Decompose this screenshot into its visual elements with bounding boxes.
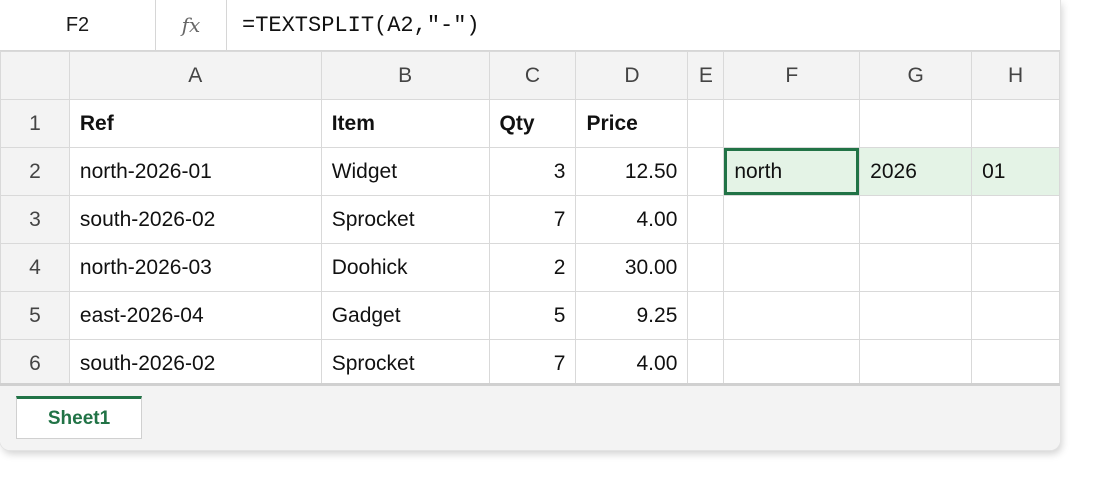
spill-cell-g2[interactable]: 2026 (859, 147, 973, 196)
cell-b4[interactable]: Doohick (320, 243, 490, 292)
name-box[interactable]: F2 (0, 0, 156, 50)
cell-c4[interactable]: 2 (488, 243, 577, 292)
cell-a1[interactable]: Ref (68, 99, 322, 148)
cell-grid: A B C D E F G H 1 Ref Item Qty Price 2 n… (0, 51, 1060, 388)
cell-c3[interactable]: 7 (488, 195, 577, 244)
spill-cell-h2[interactable]: 01 (971, 147, 1060, 196)
table-row: 1 Ref Item Qty Price (0, 99, 1060, 148)
table-row: 5 east-2026-04 Gadget 5 9.25 (0, 291, 1060, 340)
select-all-corner[interactable] (0, 51, 70, 100)
row-header-6[interactable]: 6 (0, 339, 70, 388)
cell-e4[interactable] (687, 243, 725, 292)
cell-h5[interactable] (971, 291, 1060, 340)
table-row: 4 north-2026-03 Doohick 2 30.00 (0, 243, 1060, 292)
cell-d2[interactable]: 12.50 (575, 147, 689, 196)
sheet-tab-sheet1[interactable]: Sheet1 (16, 396, 142, 439)
cell-a6[interactable]: south-2026-02 (68, 339, 322, 388)
cell-c6[interactable]: 7 (488, 339, 577, 388)
cell-f4[interactable] (723, 243, 861, 292)
cell-h6[interactable] (971, 339, 1060, 388)
cell-g6[interactable] (859, 339, 973, 388)
cell-d1[interactable]: Price (575, 99, 689, 148)
cell-f1[interactable] (723, 99, 861, 148)
formula-input[interactable]: =TEXTSPLIT(A2,"-") (242, 0, 480, 50)
column-header-a[interactable]: A (68, 51, 322, 100)
sheet-tab-bar: Sheet1 (0, 383, 1060, 450)
cell-e2[interactable] (687, 147, 725, 196)
formula-bar: F2 fx =TEXTSPLIT(A2,"-") (0, 0, 1060, 51)
column-header-d[interactable]: D (575, 51, 689, 100)
cell-b2[interactable]: Widget (320, 147, 490, 196)
cell-c5[interactable]: 5 (488, 291, 577, 340)
cell-d6[interactable]: 4.00 (575, 339, 689, 388)
cell-e3[interactable] (687, 195, 725, 244)
column-header-f[interactable]: F (723, 51, 861, 100)
cell-d3[interactable]: 4.00 (575, 195, 689, 244)
row-header-3[interactable]: 3 (0, 195, 70, 244)
cell-c1[interactable]: Qty (488, 99, 577, 148)
cell-f3[interactable] (723, 195, 861, 244)
table-row: 6 south-2026-02 Sprocket 7 4.00 (0, 339, 1060, 388)
row-header-1[interactable]: 1 (0, 99, 70, 148)
cell-c2[interactable]: 3 (488, 147, 577, 196)
column-header-b[interactable]: B (320, 51, 490, 100)
cell-a2[interactable]: north-2026-01 (68, 147, 322, 196)
table-row: 3 south-2026-02 Sprocket 7 4.00 (0, 195, 1060, 244)
column-header-c[interactable]: C (488, 51, 577, 100)
table-row: 2 north-2026-01 Widget 3 12.50 north 202… (0, 147, 1060, 196)
cell-h1[interactable] (971, 99, 1060, 148)
cell-g5[interactable] (859, 291, 973, 340)
cell-b1[interactable]: Item (320, 99, 490, 148)
cell-f5[interactable] (723, 291, 861, 340)
cell-e1[interactable] (687, 99, 725, 148)
cell-g1[interactable] (859, 99, 973, 148)
active-cell-f2[interactable]: north (723, 147, 861, 196)
cell-h4[interactable] (971, 243, 1060, 292)
cell-d5[interactable]: 9.25 (575, 291, 689, 340)
fx-icon[interactable]: fx (156, 0, 227, 50)
cell-b5[interactable]: Gadget (320, 291, 490, 340)
cell-f6[interactable] (723, 339, 861, 388)
cell-e6[interactable] (687, 339, 725, 388)
row-header-5[interactable]: 5 (0, 291, 70, 340)
column-header-g[interactable]: G (859, 51, 973, 100)
row-header-2[interactable]: 2 (0, 147, 70, 196)
cell-g4[interactable] (859, 243, 973, 292)
cell-d4[interactable]: 30.00 (575, 243, 689, 292)
column-header-h[interactable]: H (971, 51, 1060, 100)
spreadsheet-window: F2 fx =TEXTSPLIT(A2,"-") A B C D E F G H (0, 0, 1060, 450)
row-header-4[interactable]: 4 (0, 243, 70, 292)
cell-a4[interactable]: north-2026-03 (68, 243, 322, 292)
cell-a5[interactable]: east-2026-04 (68, 291, 322, 340)
column-header-row: A B C D E F G H (0, 51, 1060, 100)
cell-g3[interactable] (859, 195, 973, 244)
cell-b6[interactable]: Sprocket (320, 339, 490, 388)
cell-e5[interactable] (687, 291, 725, 340)
column-header-e[interactable]: E (687, 51, 725, 100)
cell-b3[interactable]: Sprocket (320, 195, 490, 244)
cell-h3[interactable] (971, 195, 1060, 244)
cell-a3[interactable]: south-2026-02 (68, 195, 322, 244)
